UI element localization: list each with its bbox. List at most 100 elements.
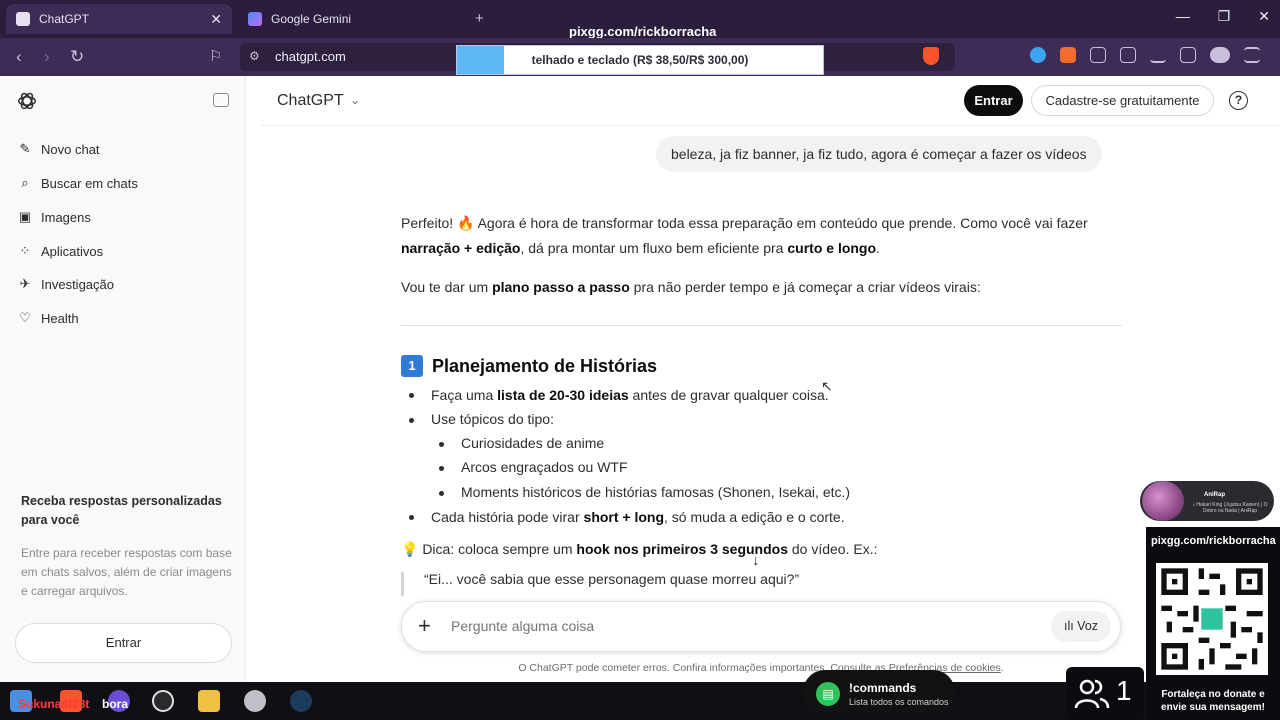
stream-title-handle: pixgg.com/rickborracha: [569, 24, 717, 39]
clipboard-icon: ▤: [816, 682, 840, 706]
scroll-down-icon[interactable]: ↓: [752, 552, 760, 569]
telescope-icon: ✈: [19, 276, 31, 291]
sidebar-item-search[interactable]: ⌕ Buscar em chats: [16, 171, 138, 195]
qr-caption: Fortaleça no donate e envie sua mensagem…: [1161, 689, 1265, 713]
waveform-icon: ılı: [1063, 619, 1078, 633]
extension-icon[interactable]: [1030, 47, 1046, 63]
commands-subtitle: Lista todos os comandos: [849, 697, 949, 707]
blockquote-text: “Ei... você sabia que esse personagem qu…: [424, 571, 800, 587]
commands-title: !commands: [849, 681, 917, 695]
sidebar-item-new-chat[interactable]: ✎ Novo chat: [16, 137, 100, 161]
bullet: [409, 515, 414, 520]
users-icon: [1074, 679, 1110, 709]
sidebar-item-label: Buscar em chats: [41, 175, 138, 191]
chat-message: bora: [102, 697, 129, 711]
login-button[interactable]: Entrar: [964, 85, 1023, 116]
forward-icon[interactable]: ›: [44, 47, 50, 67]
help-icon[interactable]: ?: [1229, 91, 1248, 110]
search-icon: ⌕: [21, 175, 29, 190]
brave-shield-icon[interactable]: [923, 47, 939, 65]
back-icon[interactable]: ‹: [16, 47, 22, 67]
user-message: beleza, ja fiz banner, ja fiz tudo, agor…: [656, 136, 1102, 172]
sidebar-toggle-icon[interactable]: [1180, 47, 1196, 63]
bullet: [439, 466, 444, 471]
sidebar-item-research[interactable]: ✈ Investigação: [16, 272, 114, 296]
sidebar-collapse-icon[interactable]: [213, 93, 229, 107]
puzzle-icon[interactable]: [1090, 47, 1106, 63]
close-tab-icon[interactable]: ✕: [210, 11, 222, 28]
viewer-count: 1: [1116, 675, 1132, 706]
bullet: [409, 418, 414, 423]
sidebar-item-label: Imagens: [41, 209, 91, 225]
bullet: [409, 393, 414, 398]
sidebar-login-button[interactable]: Entrar: [15, 623, 232, 663]
sidebar-promo-title: Receba respostas personalizadas para voc…: [21, 494, 222, 527]
blockquote-bar: [401, 572, 404, 596]
minimize-button[interactable]: —: [1176, 8, 1190, 25]
chat-username: Sukuna4f28t: [18, 697, 90, 711]
bookmark-icon[interactable]: ⚐: [209, 47, 222, 65]
window-controls: — ❐ ✕: [1176, 8, 1270, 25]
wallet-icon[interactable]: [1120, 47, 1136, 63]
app-icon[interactable]: [244, 690, 266, 712]
sidebar-item-images[interactable]: ▣ Imagens: [16, 205, 91, 229]
voice-button[interactable]: ılı Voz: [1051, 611, 1111, 642]
tab-chatgpt[interactable]: ChatGPT ✕: [6, 4, 232, 34]
new-tab-button[interactable]: +: [475, 10, 484, 27]
qr-handle: pixgg.com/rickborracha: [1151, 535, 1276, 547]
tab-google-gemini[interactable]: Google Gemini: [238, 4, 462, 34]
download-icon[interactable]: [1150, 47, 1166, 63]
sidebar-item-apps[interactable]: ⁘ Aplicativos: [16, 239, 104, 263]
list-item: Arcos engraçados ou WTF: [461, 459, 628, 475]
url-text[interactable]: chatgpt.com: [275, 49, 346, 64]
bullet: [439, 442, 444, 447]
sidebar-item-label: Health: [41, 310, 79, 326]
folder-icon[interactable]: [198, 690, 220, 712]
disclaimer-text: O ChatGPT pode cometer erros. Confira in…: [518, 662, 1004, 674]
sidebar-item-health[interactable]: ♡ Health: [16, 306, 79, 330]
donation-goal-text: telhado e teclado (R$ 38,50/R$ 300,00): [531, 53, 749, 67]
extension-icon[interactable]: [1060, 47, 1076, 63]
gemini-favicon-icon: [248, 12, 262, 26]
profile-icon[interactable]: [1210, 47, 1230, 63]
header-divider: [260, 125, 1280, 126]
add-attachment-icon[interactable]: +: [418, 613, 431, 639]
chatgpt-favicon-icon: [16, 12, 30, 26]
list-item: Moments históricos de histórias famosas …: [461, 484, 851, 500]
mouse-cursor-icon: ↖: [821, 378, 833, 394]
list-item: Faça uma lista de 20-30 ideias antes de …: [431, 387, 829, 403]
section-heading: 1 Planejamento de Histórias: [401, 355, 657, 377]
model-selector[interactable]: ChatGPT: [277, 92, 344, 110]
maximize-button[interactable]: ❐: [1218, 8, 1231, 25]
tab-title: ChatGPT: [39, 12, 90, 26]
assistant-paragraph: Perfeito! 🔥 Agora é hora de transformar …: [401, 215, 1088, 256]
list-item: Use tópicos do tipo:: [431, 411, 554, 427]
section-divider: [401, 325, 1122, 326]
obs-icon[interactable]: [152, 690, 174, 712]
steam-icon[interactable]: [290, 690, 312, 712]
heart-icon: ♡: [19, 310, 31, 325]
close-window-button[interactable]: ✕: [1258, 8, 1270, 25]
qr-code-icon: [1156, 563, 1268, 675]
apps-icon: ⁘: [19, 243, 31, 258]
prompt-input[interactable]: [451, 618, 1041, 634]
tab-title: Google Gemini: [271, 12, 352, 26]
now-playing-subtitle: ♪ Hakari King (Jujutsu Kaisen) | O Dobro…: [1192, 502, 1268, 514]
menu-icon[interactable]: [1244, 47, 1260, 63]
openai-logo-icon[interactable]: [16, 90, 38, 112]
album-art: [1142, 481, 1184, 521]
tip-text: 💡 Dica: coloca sempre um hook nos primei…: [401, 541, 878, 557]
list-item: Curiosidades de anime: [461, 435, 605, 451]
keycap-number-icon: 1: [401, 355, 423, 377]
signup-button[interactable]: Cadastre-se gratuitamente: [1031, 85, 1214, 116]
edit-icon: ✎: [19, 141, 31, 156]
reload-icon[interactable]: ↻: [70, 47, 84, 67]
sidebar-item-label: Novo chat: [41, 141, 100, 157]
assistant-paragraph: Vou te dar um plano passo a passo pra nã…: [401, 279, 981, 295]
now-playing-title: AniRap: [1204, 492, 1225, 498]
extensions-row: [1030, 47, 1260, 63]
bullet: [439, 491, 444, 496]
chevron-down-icon[interactable]: ⌄: [350, 93, 360, 107]
site-settings-icon[interactable]: ⚙: [249, 49, 260, 63]
sidebar-promo-text: Entre para receber respostas com base em…: [21, 546, 232, 598]
